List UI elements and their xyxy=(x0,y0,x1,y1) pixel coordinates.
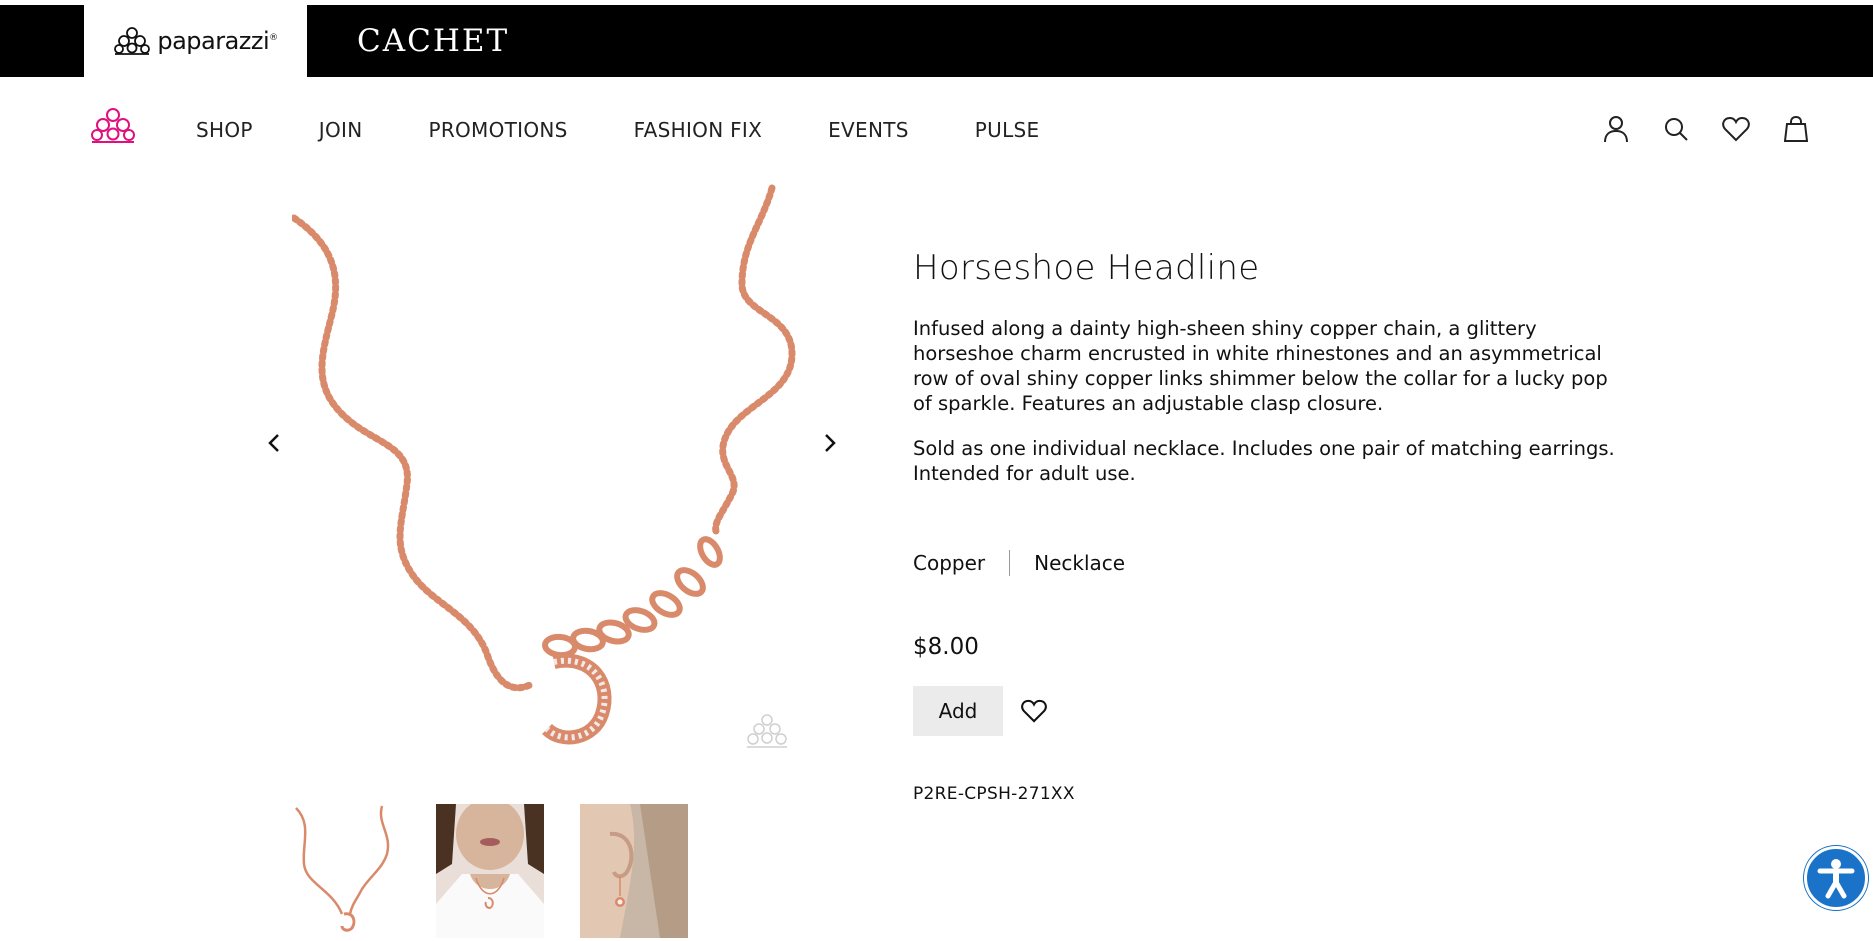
nav-join[interactable]: JOIN xyxy=(319,118,363,142)
nav-links: SHOP JOIN PROMOTIONS FASHION FIX EVENTS … xyxy=(196,118,1105,142)
tag-color[interactable]: Copper xyxy=(913,551,985,575)
chevron-right-icon xyxy=(825,434,836,452)
add-to-cart-row: Add xyxy=(913,686,1049,736)
thumbnail-3[interactable] xyxy=(580,804,688,938)
thumbnail-2[interactable] xyxy=(436,804,544,938)
accessibility-button[interactable] xyxy=(1804,846,1868,910)
product-sku: P2RE-CPSH-271XX xyxy=(913,784,1075,804)
nav-events[interactable]: EVENTS xyxy=(828,118,909,142)
thumbnail-strip xyxy=(292,804,688,938)
heart-icon[interactable] xyxy=(1720,113,1752,145)
nav-promotions[interactable]: PROMOTIONS xyxy=(428,118,567,142)
product-details: Sold as one individual necklace. Include… xyxy=(913,437,1615,485)
nav-fashion-fix[interactable]: FASHION FIX xyxy=(634,118,762,142)
product-tags: Copper Necklace xyxy=(913,550,1125,576)
nav-shop[interactable]: SHOP xyxy=(196,118,253,142)
tag-divider xyxy=(1009,550,1011,576)
paparazzi-tab[interactable]: paparazzi® xyxy=(84,5,307,77)
product-info: Horseshoe Headline Infused along a daint… xyxy=(913,248,1633,804)
product-description: Infused along a dainty high-sheen shiny … xyxy=(913,317,1608,415)
nav-pulse[interactable]: PULSE xyxy=(975,118,1040,142)
account-icon[interactable] xyxy=(1600,113,1632,145)
heart-icon xyxy=(1021,699,1047,723)
product-price: $8.00 xyxy=(913,634,979,660)
gallery-next-button[interactable] xyxy=(816,429,844,457)
add-button[interactable]: Add xyxy=(913,686,1003,736)
brand-name: paparazzi® xyxy=(157,27,278,55)
bag-icon[interactable] xyxy=(1780,113,1812,145)
brand-bar: paparazzi® CACHET xyxy=(0,5,1873,77)
cachet-tab[interactable]: CACHET xyxy=(357,5,509,77)
nav-icons xyxy=(1600,113,1812,145)
search-icon[interactable] xyxy=(1660,113,1692,145)
chevron-left-icon xyxy=(268,434,279,452)
home-logo-icon[interactable] xyxy=(90,107,136,145)
tag-category[interactable]: Necklace xyxy=(1034,551,1125,575)
product-main-image xyxy=(292,184,796,748)
paparazzi-logo-icon xyxy=(114,27,151,55)
gallery-prev-button[interactable] xyxy=(260,429,288,457)
main-nav: SHOP JOIN PROMOTIONS FASHION FIX EVENTS … xyxy=(0,77,1873,182)
thumbnail-1[interactable] xyxy=(292,804,400,938)
product-title: Horseshoe Headline xyxy=(913,248,1260,288)
accessibility-icon xyxy=(1817,859,1855,899)
wishlist-button[interactable] xyxy=(1019,696,1049,726)
